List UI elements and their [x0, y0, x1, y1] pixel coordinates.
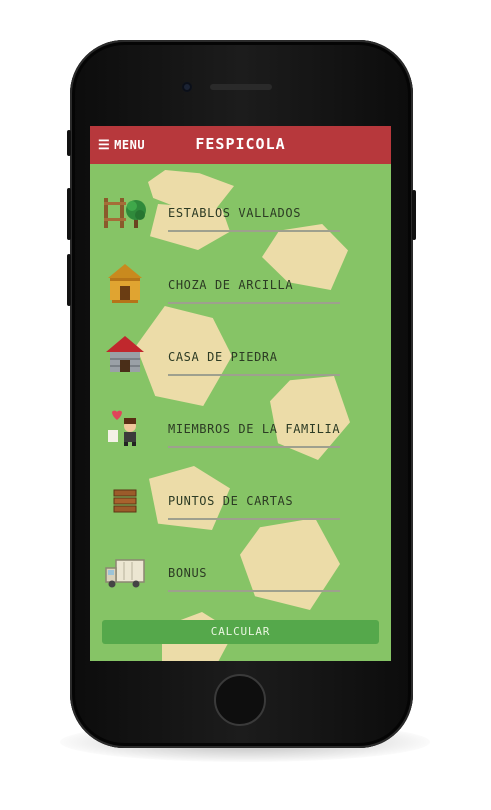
clay-hut-icon — [108, 264, 142, 303]
item-label: MIEMBROS DE LA FAMILIA — [168, 422, 341, 436]
app-title: FESPICOLA — [195, 135, 286, 153]
side-button-left-2 — [67, 188, 71, 240]
app-header: ☰ MENU FESPICOLA — [90, 126, 391, 164]
calculate-button[interactable]: CALCULAR — [102, 620, 379, 644]
list-item-casa-de-piedra[interactable]: CASA DE PIEDRA — [102, 326, 342, 386]
item-label: ESTABLOS VALLADOS — [168, 206, 302, 220]
list-item-choza-de-arcilla[interactable]: CHOZA DE ARCILLA — [102, 254, 342, 314]
item-underline — [168, 446, 340, 448]
item-label: CHOZA DE ARCILLA — [168, 278, 294, 292]
list-item-establos-vallados[interactable]: ESTABLOS VALLADOS — [102, 182, 342, 242]
family-member-icon — [108, 410, 136, 446]
item-label: BONUS — [168, 566, 208, 580]
side-button-right — [412, 190, 416, 240]
card-stack-icon — [113, 489, 137, 513]
list-item-bonus[interactable]: BONUS — [102, 542, 342, 602]
item-underline — [168, 302, 340, 304]
side-button-left-1 — [67, 130, 71, 156]
item-underline — [168, 230, 340, 232]
front-camera — [182, 82, 192, 92]
home-button[interactable] — [214, 674, 266, 726]
item-underline — [168, 374, 340, 376]
list-item-puntos-de-cartas[interactable]: PUNTOS DE CARTAS — [102, 470, 342, 530]
list-item-miembros-de-la-familia[interactable]: MIEMBROS DE LA FAMILIA — [102, 398, 342, 458]
item-label: PUNTOS DE CARTAS — [168, 494, 294, 508]
side-button-left-3 — [67, 254, 71, 306]
stone-house-icon — [106, 336, 144, 372]
item-underline — [168, 518, 340, 520]
earpiece-speaker — [210, 84, 272, 90]
item-label: CASA DE PIEDRA — [168, 350, 278, 364]
app-screen: ☰ MENU FESPICOLA ESTABLOS VALLADOS CHOZA — [90, 126, 391, 661]
fenced-stable-icon — [104, 198, 146, 228]
bonus-truck-icon — [105, 559, 145, 588]
item-underline — [168, 590, 340, 592]
